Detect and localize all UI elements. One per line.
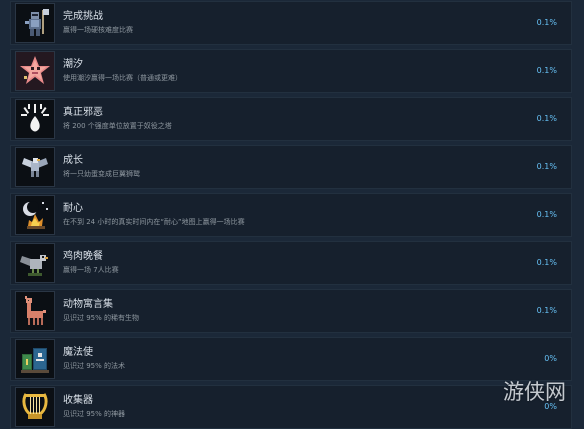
achievement-title: 收集器 xyxy=(63,395,93,406)
achievement-row[interactable]: 潮汐 使用潮汐赢得一场比赛（普通或更难） 0.1% xyxy=(10,49,572,93)
achievement-title: 成长 xyxy=(63,155,83,166)
golden-lyre-icon xyxy=(15,387,55,427)
achievement-description: 使用潮汐赢得一场比赛（普通或更难） xyxy=(63,74,182,82)
achievement-title: 鸡肉晚餐 xyxy=(63,251,103,262)
achievement-description: 见识过 95% 的神器 xyxy=(63,410,126,418)
achievement-title: 潮汐 xyxy=(63,59,83,70)
achievement-description: 将 200 个强度单位放置于奴役之塔 xyxy=(63,122,172,130)
achievement-description: 见识过 95% 的稀有生物 xyxy=(63,314,140,322)
achievement-percent: 0.1% xyxy=(536,210,557,219)
achievement-row[interactable]: 鸡肉晚餐 赢得一场 7人比赛 0.1% xyxy=(10,241,572,285)
achievement-row[interactable]: 耐心 在不到 24 小时的真实时间内在“耐心”地图上赢得一场比赛 0.1% xyxy=(10,193,572,237)
achievement-row[interactable]: 魔法使 见识过 95% 的法术 0% xyxy=(10,337,572,381)
achievement-title: 真正邪恶 xyxy=(63,107,103,118)
achievement-percent: 0.1% xyxy=(536,66,557,75)
achievement-row[interactable]: 收集器 见识过 95% 的神器 0% xyxy=(10,385,572,429)
achievement-description: 赢得一场 7人比赛 xyxy=(63,266,119,274)
achievement-title: 耐心 xyxy=(63,203,83,214)
pink-starfish-creature-icon xyxy=(15,51,55,91)
achievement-title: 魔法使 xyxy=(63,347,93,358)
achievement-percent: 0.1% xyxy=(536,114,557,123)
achievement-description: 赢得一场硬核难度比赛 xyxy=(63,26,133,34)
achievement-percent: 0.1% xyxy=(536,162,557,171)
chicken-bird-icon xyxy=(15,243,55,283)
spellbooks-icon xyxy=(15,339,55,379)
achievement-percent: 0% xyxy=(544,354,557,363)
achievement-description: 在不到 24 小时的真实时间内在“耐心”地图上赢得一场比赛 xyxy=(63,218,245,226)
site-watermark: 游侠网 xyxy=(503,380,566,404)
achievement-title: 动物寓言集 xyxy=(63,299,113,310)
achievement-row[interactable]: 完成挑战 赢得一场硬核难度比赛 0.1% xyxy=(10,1,572,45)
griffin-icon xyxy=(15,147,55,187)
achievement-percent: 0.1% xyxy=(536,18,557,27)
moon-campfire-icon xyxy=(15,195,55,235)
achievement-description: 见识过 95% 的法术 xyxy=(63,362,126,370)
armored-knight-axe-icon xyxy=(15,3,55,43)
llama-creature-icon xyxy=(15,291,55,331)
white-splash-drop-icon xyxy=(15,99,55,139)
achievement-row[interactable]: 真正邪恶 将 200 个强度单位放置于奴役之塔 0.1% xyxy=(10,97,572,141)
achievement-description: 将一只幼蛋变成巨翼狮鹫 xyxy=(63,170,140,178)
achievement-row[interactable]: 动物寓言集 见识过 95% 的稀有生物 0.1% xyxy=(10,289,572,333)
achievement-row[interactable]: 成长 将一只幼蛋变成巨翼狮鹫 0.1% xyxy=(10,145,572,189)
achievement-percent: 0.1% xyxy=(536,306,557,315)
achievement-title: 完成挑战 xyxy=(63,11,103,22)
achievement-percent: 0.1% xyxy=(536,258,557,267)
